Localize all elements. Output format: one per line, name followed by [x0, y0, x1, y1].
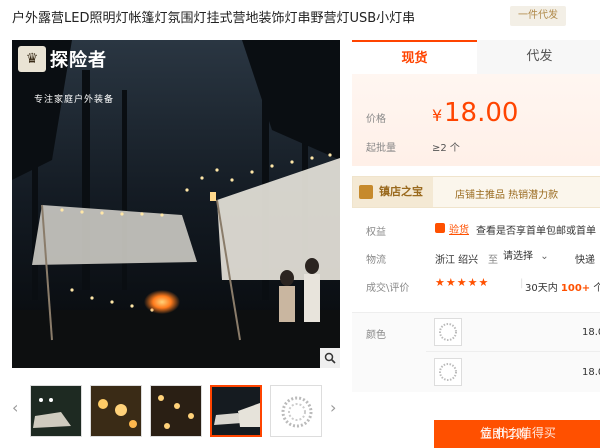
shop-promo-bar[interactable]: 镇店之宝 店铺主推品 热销潜力款 — [352, 176, 600, 208]
logistics-label: 物流 — [366, 255, 386, 266]
brand-logo: ♛ 探险者 — [18, 46, 107, 72]
sales-period: 30天内 — [525, 283, 558, 294]
variant-divider — [426, 351, 600, 352]
logistics-speed: 快递 — [575, 255, 595, 266]
chevron-down-icon: ⌄ — [540, 251, 549, 262]
thumbnail-5[interactable] — [270, 385, 322, 437]
min-order-label: 起批量 — [366, 143, 396, 154]
magnifier-icon[interactable] — [320, 348, 340, 368]
thumbnail-2[interactable] — [90, 385, 142, 437]
variant-price-1: 18.0 — [582, 327, 600, 338]
rights-text: 查看是否享首单包邮或首单 — [476, 226, 596, 237]
destination-select-value: 请选择 — [503, 251, 533, 262]
shop-tag-label: 镇店之宝 — [379, 185, 423, 198]
site-watermark: 值 什么值得买 — [480, 426, 556, 440]
price-value: 18.00 — [444, 98, 519, 128]
destination-select[interactable]: 请选择 ⌄ — [503, 248, 558, 266]
main-product-image[interactable]: ♛ 探险者 专注家庭户外装备 — [12, 40, 340, 368]
thumbnail-1[interactable] — [30, 385, 82, 437]
crown-icon: ♛ — [18, 46, 46, 72]
tab-dropship[interactable]: 代发 — [477, 40, 600, 74]
thumbnail-3[interactable] — [150, 385, 202, 437]
chevron-left-icon[interactable]: ‹ — [12, 398, 18, 417]
shop-promo-text: 店铺主推品 热销潜力款 — [455, 190, 559, 201]
tab-in-stock[interactable]: 现货 — [352, 40, 477, 74]
thumbnail-4[interactable] — [210, 385, 262, 437]
rights-label: 权益 — [366, 227, 386, 238]
sales-text: 30天内 100+ 个 — [525, 279, 600, 294]
rating-stars: ★★★★★ — [435, 276, 490, 289]
shop-icon — [359, 185, 373, 199]
inspection-link[interactable]: 验货 — [449, 221, 469, 236]
variant-price-2: 18.0 — [582, 367, 600, 378]
dropship-badge: 一件代发 — [510, 6, 566, 26]
brand-name: 探险者 — [50, 50, 107, 71]
variant-thumb-1[interactable] — [434, 318, 462, 346]
variant-panel — [352, 312, 600, 392]
logistics-to: 至 — [488, 255, 498, 266]
min-order-value: ≥2 个 — [432, 143, 460, 154]
purchase-mode-tabs: 现货 代发 — [352, 40, 600, 74]
logistics-from: 浙江 绍兴 — [435, 255, 479, 266]
inspection-icon — [435, 223, 445, 233]
shop-treasure-tag: 镇店之宝 — [353, 177, 433, 207]
chevron-right-icon[interactable]: › — [330, 398, 336, 417]
separator: | — [520, 278, 524, 289]
deal-review-label: 成交\评价 — [366, 283, 410, 294]
color-label: 颜色 — [366, 330, 386, 341]
sales-unit: 个 — [593, 283, 600, 294]
price-label: 价格 — [366, 114, 386, 125]
camping-scene-image — [12, 40, 340, 368]
price-currency: ¥ — [432, 106, 443, 125]
variant-thumb-2[interactable] — [434, 358, 462, 386]
product-title: 户外露营LED照明灯帐篷灯氛围灯挂式营地装饰灯串野营灯USB小灯串 — [12, 11, 416, 26]
brand-slogan: 专注家庭户外装备 — [34, 95, 115, 105]
sales-count: 100+ — [560, 283, 591, 294]
